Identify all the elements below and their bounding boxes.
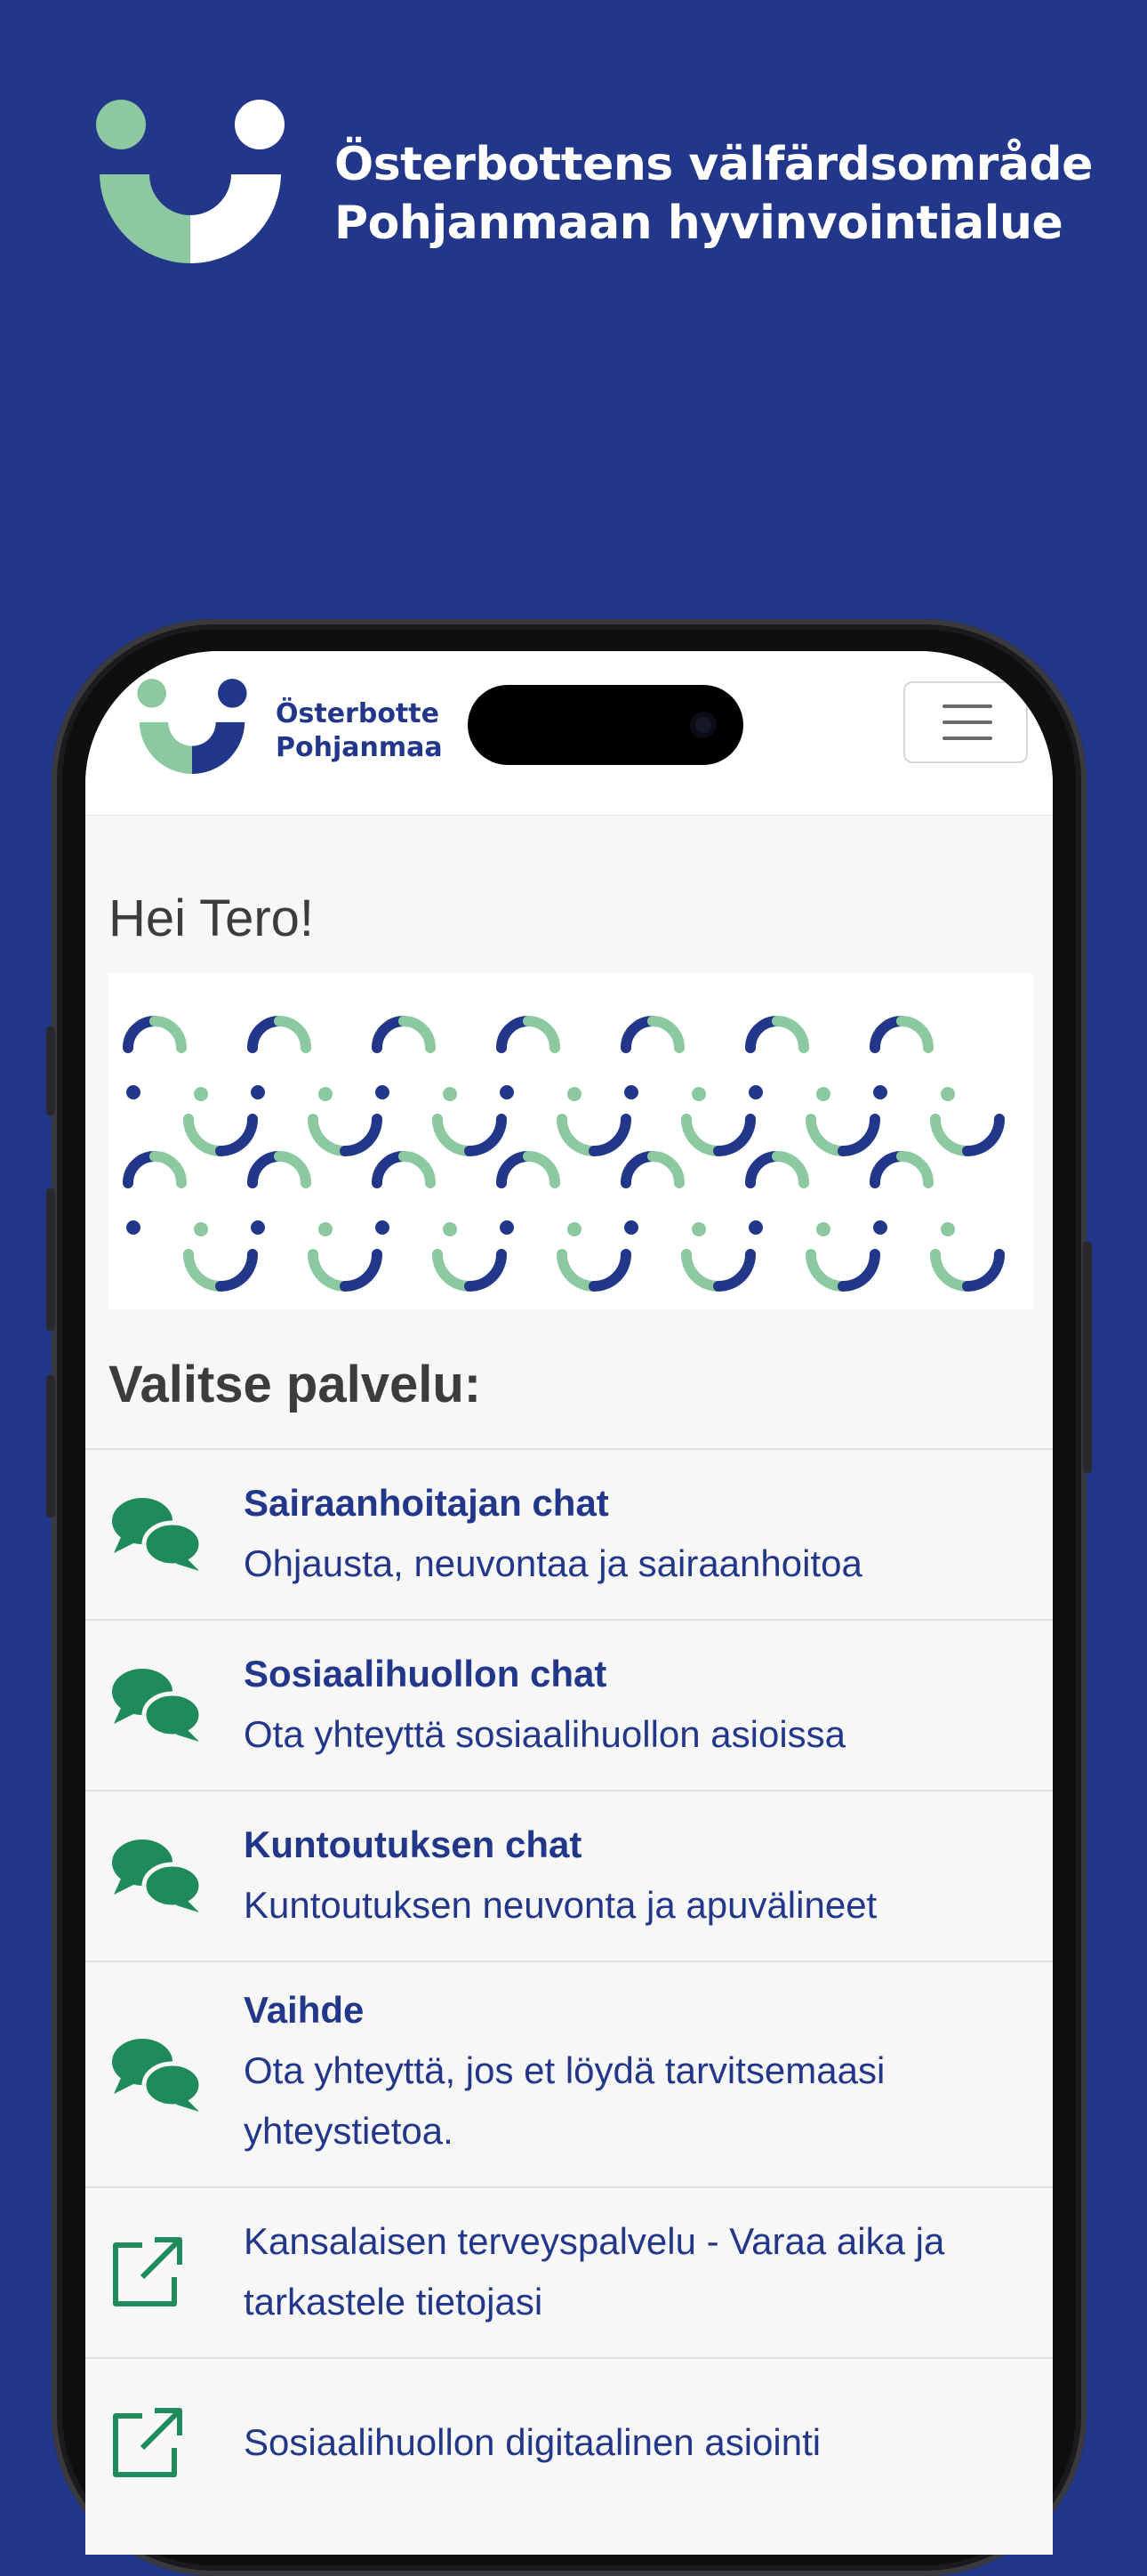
service-description: Ota yhteyttä, jos et löydä tarvitsemaasi… [244,2049,886,2152]
service-title: Kuntoutuksen chat [244,1823,582,1865]
nav-brand-line2: Pohjanmaa [276,732,443,763]
camera-icon [690,712,717,738]
pattern-banner [108,973,1033,1309]
phone-power-button [1083,1242,1092,1473]
nav-brand-logo[interactable] [135,678,249,774]
brand-logo [96,100,285,263]
chat-bubbles-icon [112,2039,203,2112]
menu-toggle-button[interactable] [903,681,1028,763]
service-description: Sosiaalihuollon digitaalinen asiointi [244,2421,822,2463]
brand-title-line2: Pohjanmaan hyvinvointialue [334,197,1063,250]
service-description: Ohjausta, neuvontaa ja sairaanhoitoa [244,1542,862,1584]
hamburger-line [942,720,992,724]
hamburger-line [942,737,992,740]
chat-bubbles-icon [112,1669,203,1742]
phone-action-button [46,1026,55,1115]
service-description: Ota yhteyttä sosiaalihuollon asioissa [244,1713,846,1755]
phone-screen: Österbotte Pohjanmaa Hei Tero! Valitse p… [85,651,1053,2555]
chat-bubbles-icon [112,1839,203,1912]
service-title: Vaihde [244,1989,365,2031]
service-text: Sosiaalihuollon digitaalinen asiointi [244,2412,999,2473]
brand-title: Österbottens välfärdsområde Pohjanmaan h… [334,135,1093,253]
external-link-icon [113,2237,182,2306]
service-list: Sairaanhoitajan chat Ohjausta, neuvontaa… [85,1448,1053,2528]
service-item-health-portal-link[interactable]: Kansalaisen terveyspalvelu - Varaa aika … [85,2186,1053,2357]
pattern-row-2 [126,1156,999,1286]
service-item-social-digital-link[interactable]: Sosiaalihuollon digitaalinen asiointi [85,2357,1053,2528]
service-item-social-chat[interactable]: Sosiaalihuollon chat Ota yhteyttä sosiaa… [85,1619,1053,1790]
service-title: Sairaanhoitajan chat [244,1482,609,1524]
service-text: Sosiaalihuollon chat Ota yhteyttä sosiaa… [244,1644,999,1765]
pattern-row-1 [126,1021,999,1151]
service-item-rehab-chat[interactable]: Kuntoutuksen chat Kuntoutuksen neuvonta … [85,1790,1053,1960]
phone-volume-up [46,1188,55,1331]
dynamic-island [468,685,743,765]
service-text: Sairaanhoitajan chat Ohjausta, neuvontaa… [244,1473,999,1594]
greeting-heading: Hei Tero! [108,890,315,947]
nav-brand-line1: Österbotte [276,698,439,729]
nav-brand-text[interactable]: Österbotte Pohjanmaa [276,697,443,765]
hamburger-line [942,704,992,708]
service-text: Kansalaisen terveyspalvelu - Varaa aika … [244,2211,999,2332]
service-description: Kansalaisen terveyspalvelu - Varaa aika … [244,2220,945,2322]
service-text: Kuntoutuksen chat Kuntoutuksen neuvonta … [244,1815,999,1936]
service-item-switchboard[interactable]: Vaihde Ota yhteyttä, jos et löydä tarvit… [85,1960,1053,2186]
chat-bubbles-icon [112,1498,203,1571]
phone-frame: Österbotte Pohjanmaa Hei Tero! Valitse p… [46,619,1092,2576]
section-title: Valitse palvelu: [108,1356,482,1413]
service-text: Vaihde Ota yhteyttä, jos et löydä tarvit… [244,1980,999,2161]
brand-title-line1: Österbottens välfärdsområde [334,138,1093,191]
service-title: Sosiaalihuollon chat [244,1653,607,1695]
phone-volume-down [46,1375,55,1517]
external-link-icon [113,2408,182,2477]
service-item-nurse-chat[interactable]: Sairaanhoitajan chat Ohjausta, neuvontaa… [85,1448,1053,1619]
service-description: Kuntoutuksen neuvonta ja apuvälineet [244,1884,878,1926]
